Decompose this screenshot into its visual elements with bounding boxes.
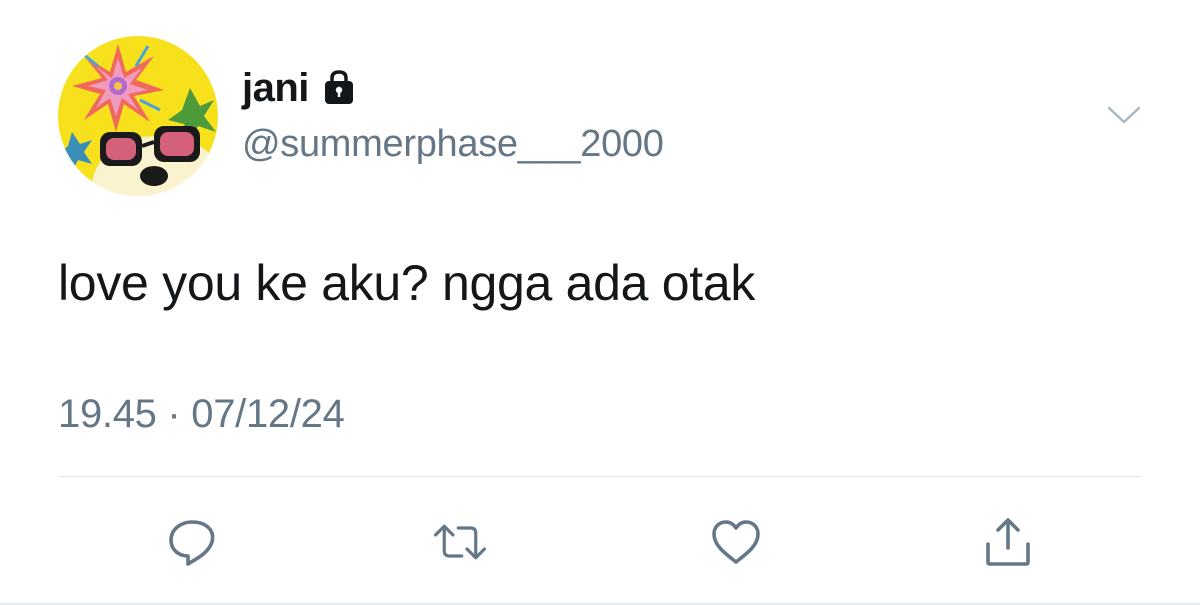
reply-icon bbox=[169, 520, 215, 566]
avatar[interactable] bbox=[58, 36, 218, 196]
retweet-icon bbox=[433, 524, 487, 560]
chevron-down-icon[interactable] bbox=[1106, 104, 1142, 126]
like-button[interactable] bbox=[708, 514, 764, 570]
share-button[interactable] bbox=[980, 514, 1036, 570]
share-icon bbox=[986, 518, 1030, 566]
display-name-row: jani bbox=[242, 66, 359, 110]
display-name[interactable]: jani bbox=[242, 66, 309, 111]
divider bbox=[58, 476, 1142, 477]
user-handle[interactable]: @summerphase___2000 bbox=[242, 123, 664, 166]
heart-icon bbox=[712, 520, 760, 564]
tweet-timestamp[interactable]: 19.45 · 07/12/24 bbox=[58, 392, 345, 437]
reply-button[interactable] bbox=[164, 514, 220, 570]
avatar-illustration bbox=[58, 36, 218, 196]
retweet-button[interactable] bbox=[432, 514, 488, 570]
lock-icon bbox=[319, 68, 359, 108]
tweet-text: love you ke aku? ngga ada otak bbox=[58, 255, 756, 311]
